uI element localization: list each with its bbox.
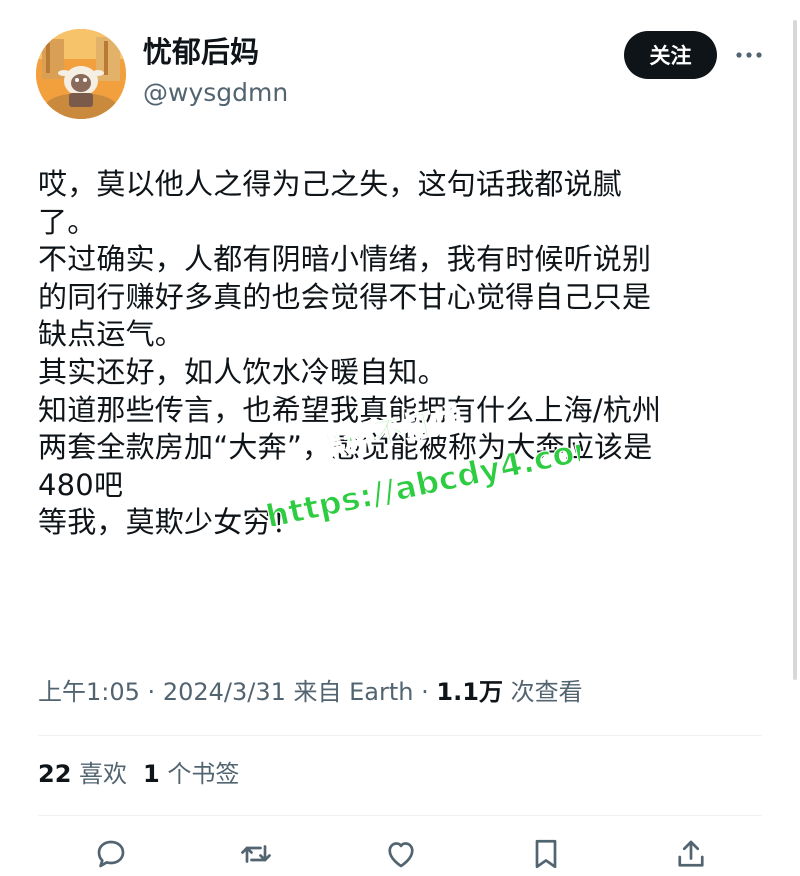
more-icon[interactable] — [735, 45, 763, 65]
tweet-source: 来自 Earth — [293, 678, 414, 706]
tweet-line: 的同行赚好多真的也会觉得不甘心觉得自己只是 — [38, 279, 652, 314]
tweet-line: 缺点运气。 — [38, 317, 185, 352]
tweet-line: 480吧 — [38, 467, 124, 502]
views-count: 1.1万 — [436, 678, 503, 706]
user-handle[interactable]: @wysgdmn — [143, 77, 288, 109]
tweet-meta: 上午1:05 · 2024/3/31 来自 Earth · 1.1万 次查看 — [38, 678, 583, 706]
divider — [38, 735, 762, 736]
bookmarks-label: 个书签 — [167, 760, 240, 788]
bookmarks-count: 1 — [143, 760, 160, 788]
action-bar — [0, 830, 800, 876]
tweet-line: 其实还好，如人饮水冷暖自知。 — [38, 354, 447, 389]
tweet-line: 不过确实，人都有阴暗小情绪，我有时候听说别 — [38, 242, 652, 277]
tweet-line: 两套全款房加“大奔”，感觉能被称为大奔应该是 — [38, 430, 653, 465]
bookmark-icon[interactable] — [528, 836, 564, 872]
tweet-line: 等我，莫欺少女穷！ — [38, 505, 301, 540]
views-label: 次查看 — [510, 678, 583, 706]
scrollbar[interactable] — [793, 20, 797, 680]
tweet-line: 哎，莫以他人之得为己之失，这句话我都说腻 — [38, 167, 623, 201]
tweet-stats: 22 喜欢 1 个书签 — [38, 758, 239, 790]
tweet-line: 知道那些传言，也希望我真能拥有什么上海/杭州 — [38, 392, 662, 427]
tweet-text: 哎，莫以他人之得为己之失，这句话我都说腻 了。 不过确实，人都有阴暗小情绪，我有… — [38, 166, 778, 542]
tweet-time[interactable]: 上午1:05 — [38, 678, 140, 706]
likes-count: 22 — [38, 760, 72, 788]
likes-label: 喜欢 — [79, 760, 128, 788]
like-icon[interactable] — [383, 836, 419, 872]
follow-button[interactable]: 关注 — [624, 31, 717, 79]
retweet-icon[interactable] — [238, 836, 274, 872]
share-icon[interactable] — [673, 836, 709, 872]
display-name[interactable]: 忧郁后妈 — [143, 34, 259, 70]
bookmarks-stat[interactable]: 1 个书签 — [143, 760, 239, 788]
tweet-date[interactable]: 2024/3/31 — [163, 678, 286, 706]
reply-icon[interactable] — [93, 836, 129, 872]
tweet-line: 了。 — [38, 204, 97, 239]
divider — [38, 815, 762, 816]
avatar[interactable] — [36, 29, 126, 119]
likes-stat[interactable]: 22 喜欢 — [38, 760, 127, 788]
